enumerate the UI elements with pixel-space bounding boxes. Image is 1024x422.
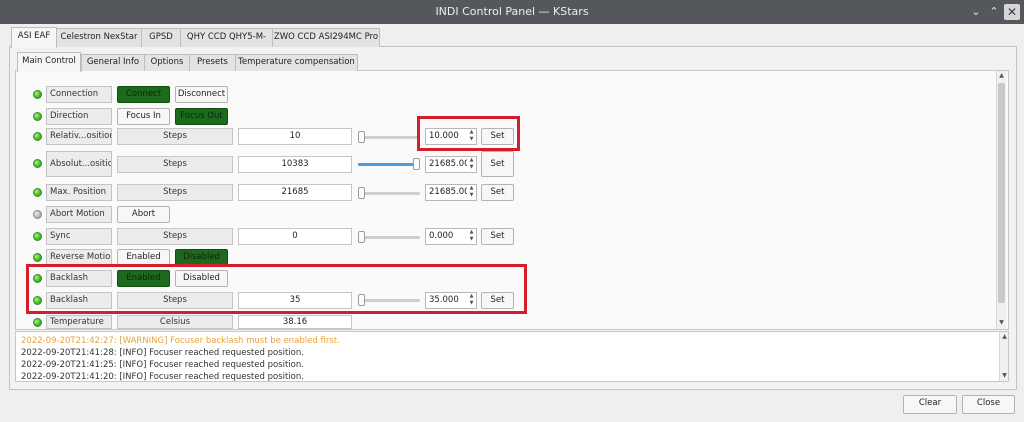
slider-handle[interactable] bbox=[413, 158, 420, 170]
spin-arrows-icon[interactable]: ▲ ▼ bbox=[467, 229, 476, 244]
title-bar: INDI Control Panel — KStars ⌄ ⌃ ✕ bbox=[0, 0, 1024, 24]
tab-temperature-compensation[interactable]: Temperature compensation bbox=[235, 54, 358, 71]
slider-handle[interactable] bbox=[358, 231, 365, 243]
abort-button[interactable]: Abort bbox=[117, 206, 170, 223]
direction-label: Direction bbox=[46, 108, 112, 125]
max-position-slider[interactable] bbox=[358, 186, 420, 200]
scroll-down-icon[interactable]: ▼ bbox=[997, 318, 1006, 328]
connect-button[interactable]: Connect bbox=[117, 86, 170, 103]
sync-label: Sync bbox=[46, 228, 112, 245]
relative-position-label: Relativ...osition bbox=[46, 128, 112, 145]
message-log: 2022-09-20T21:42:27: [WARNING] Focuser b… bbox=[15, 331, 1009, 382]
log-line: 2022-09-20T21:41:20: [INFO] Focuser reac… bbox=[21, 372, 304, 382]
scroll-down-icon[interactable]: ▼ bbox=[1000, 371, 1008, 381]
sync-status-light bbox=[33, 232, 42, 241]
log-line: 2022-09-20T21:41:28: [INFO] Focuser reac… bbox=[21, 348, 304, 358]
temperature-label: Temperature bbox=[46, 315, 112, 329]
tab-presets[interactable]: Presets bbox=[189, 54, 236, 71]
clear-button[interactable]: Clear bbox=[903, 395, 957, 414]
relative-position-status-light bbox=[33, 132, 42, 141]
max-position-set-button[interactable]: Set bbox=[481, 184, 514, 201]
absolute-position-input[interactable]: 21685.00(▲ ▼ bbox=[425, 156, 477, 173]
maximize-icon[interactable]: ⌃ bbox=[986, 4, 1002, 20]
max-position-status-light bbox=[33, 188, 42, 197]
focus-out-button[interactable]: Focus Out bbox=[175, 108, 228, 125]
absolute-position-status-light bbox=[33, 159, 42, 168]
abort-status-light bbox=[33, 210, 42, 219]
scroll-up-icon[interactable]: ▲ bbox=[997, 71, 1006, 81]
highlight-relative-input bbox=[417, 116, 520, 151]
slider-handle[interactable] bbox=[358, 131, 365, 143]
scroll-thumb[interactable] bbox=[998, 83, 1005, 303]
sync-value: 0 bbox=[238, 228, 352, 245]
temperature-status-light bbox=[33, 318, 42, 327]
tab-gpsd[interactable]: GPSD bbox=[141, 28, 181, 47]
close-button[interactable]: Close bbox=[962, 395, 1015, 414]
log-line: 2022-09-20T21:41:25: [INFO] Focuser reac… bbox=[21, 360, 304, 370]
sync-unit: Steps bbox=[117, 228, 233, 245]
tab-qhy-ccd[interactable]: QHY CCD QHY5-M- bbox=[180, 28, 273, 47]
max-position-unit: Steps bbox=[117, 184, 233, 201]
absolute-position-set-button[interactable]: Set bbox=[481, 151, 514, 177]
minimize-icon[interactable]: ⌄ bbox=[968, 4, 984, 20]
slider-handle[interactable] bbox=[358, 187, 365, 199]
window-title: INDI Control Panel — KStars bbox=[435, 5, 589, 18]
reverse-motion-status-light bbox=[33, 253, 42, 262]
scroll-up-icon[interactable]: ▲ bbox=[1000, 332, 1008, 342]
connection-status-light bbox=[33, 90, 42, 99]
absolute-position-unit: Steps bbox=[117, 156, 233, 173]
max-position-input[interactable]: 21685.00(▲ ▼ bbox=[425, 184, 477, 201]
temperature-value: 38.16 bbox=[238, 315, 352, 329]
highlight-backlash-rows bbox=[26, 264, 527, 314]
max-position-label: Max. Position bbox=[46, 184, 112, 201]
spin-arrows-icon[interactable]: ▲ ▼ bbox=[467, 185, 476, 200]
absolute-position-slider[interactable] bbox=[358, 157, 420, 171]
absolute-position-value: 10383 bbox=[238, 156, 352, 173]
tab-general-info[interactable]: General Info bbox=[81, 54, 145, 71]
direction-status-light bbox=[33, 112, 42, 121]
max-position-value: 21685 bbox=[238, 184, 352, 201]
abort-motion-label: Abort Motion bbox=[46, 206, 112, 223]
log-scrollbar[interactable]: ▲ ▼ bbox=[999, 332, 1008, 381]
sync-set-button[interactable]: Set bbox=[481, 228, 514, 245]
relative-position-unit: Steps bbox=[117, 128, 233, 145]
tab-zwo-ccd[interactable]: ZWO CCD ASI294MC Pro bbox=[272, 28, 380, 47]
connection-label: Connection bbox=[46, 86, 112, 103]
panel-scrollbar[interactable]: ▲ ▼ bbox=[996, 71, 1006, 329]
focus-in-button[interactable]: Focus In bbox=[117, 108, 170, 125]
absolute-position-label: Absolut...osition bbox=[46, 151, 112, 177]
relative-position-slider[interactable] bbox=[358, 130, 420, 144]
tab-asi-eaf[interactable]: ASI EAF bbox=[11, 27, 57, 48]
log-line: 2022-09-20T21:42:27: [WARNING] Focuser b… bbox=[21, 336, 340, 346]
spin-arrows-icon[interactable]: ▲ ▼ bbox=[467, 157, 476, 172]
disconnect-button[interactable]: Disconnect bbox=[175, 86, 228, 103]
sync-slider[interactable] bbox=[358, 230, 420, 244]
sync-input[interactable]: 0.000 ▲ ▼ bbox=[425, 228, 477, 245]
tab-options[interactable]: Options bbox=[144, 54, 190, 71]
close-icon[interactable]: ✕ bbox=[1004, 4, 1020, 20]
temperature-unit: Celsius bbox=[117, 315, 233, 329]
relative-position-value: 10 bbox=[238, 128, 352, 145]
tab-celestron-nexstar[interactable]: Celestron NexStar bbox=[56, 28, 142, 47]
tab-main-control[interactable]: Main Control bbox=[17, 52, 81, 72]
